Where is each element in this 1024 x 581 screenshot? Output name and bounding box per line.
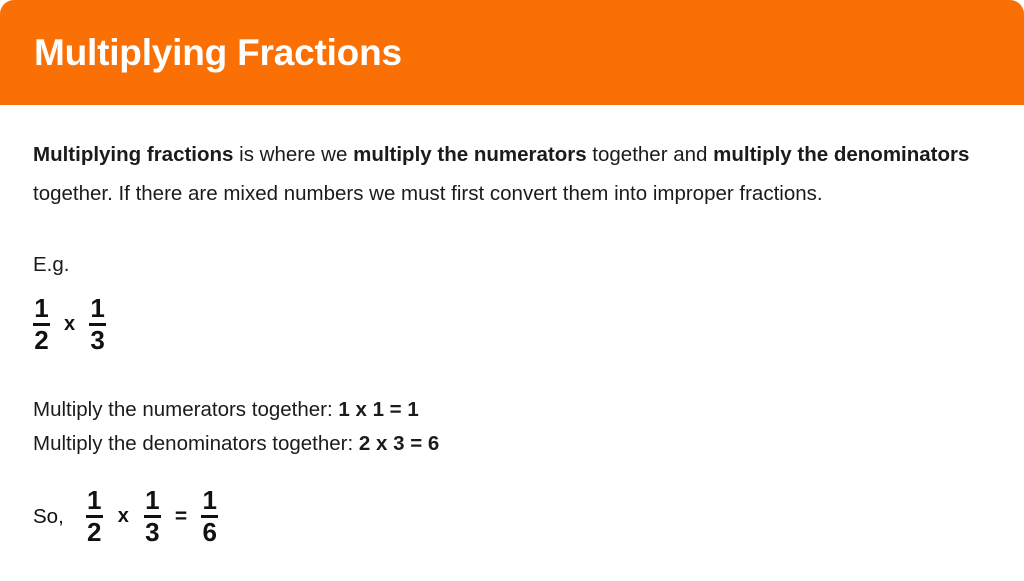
step-denominators: Multiply the denominators together: 2 x … xyxy=(33,427,439,461)
intro-text-4: together and xyxy=(586,143,714,166)
step-numerators: Multiply the numerators together: 1 x 1 … xyxy=(33,393,439,427)
numerator: 1 xyxy=(34,293,49,323)
final-fraction-one-half: 1 2 xyxy=(85,485,103,548)
multiply-operator: x xyxy=(64,313,76,336)
final-expression: So, 1 2 x 1 3 = 1 6 xyxy=(33,485,219,548)
step-text: Multiply the numerators together: xyxy=(33,398,339,421)
final-fraction-one-third: 1 3 xyxy=(143,485,161,548)
denominator: 2 xyxy=(87,517,102,548)
intro-bold-5: multiply the denominators xyxy=(713,143,970,166)
numerator: 1 xyxy=(87,485,102,515)
step-text: Multiply the denominators together: xyxy=(33,432,359,455)
example-expression: 1 2 x 1 3 xyxy=(33,293,107,356)
multiply-operator: x xyxy=(117,505,129,528)
equals-operator: = xyxy=(174,504,188,528)
steps-list: Multiply the numerators together: 1 x 1 … xyxy=(33,393,439,461)
numerator: 1 xyxy=(90,293,105,323)
step-equation: 2 x 3 = 6 xyxy=(358,432,440,455)
intro-bold-1: Multiplying fractions xyxy=(33,143,234,166)
intro-bold-3: multiply the numerators xyxy=(353,143,587,166)
numerator: 1 xyxy=(202,485,217,515)
lesson-body: Multiplying fractions is where we multip… xyxy=(0,105,1024,581)
final-fraction-one-sixth: 1 6 xyxy=(201,485,219,548)
denominator: 2 xyxy=(34,325,49,356)
fraction-one-half: 1 2 xyxy=(33,293,50,356)
fraction-one-third: 1 3 xyxy=(89,293,107,356)
lesson-card: Multiplying Fractions Multiplying fracti… xyxy=(0,0,1024,581)
step-equation: 1 x 1 = 1 xyxy=(338,398,419,421)
denominator: 3 xyxy=(145,517,160,548)
intro-text-6: together. If there are mixed numbers we … xyxy=(33,182,823,205)
numerator: 1 xyxy=(145,485,160,515)
intro-text-2: is where we xyxy=(233,143,354,166)
denominator: 3 xyxy=(90,325,105,356)
page-header: Multiplying Fractions xyxy=(0,0,1024,105)
final-lead-label: So, xyxy=(33,504,64,528)
example-label: E.g. xyxy=(33,253,70,276)
denominator: 6 xyxy=(202,517,217,548)
page-title: Multiplying Fractions xyxy=(34,32,402,73)
intro-paragraph: Multiplying fractions is where we multip… xyxy=(33,135,993,213)
